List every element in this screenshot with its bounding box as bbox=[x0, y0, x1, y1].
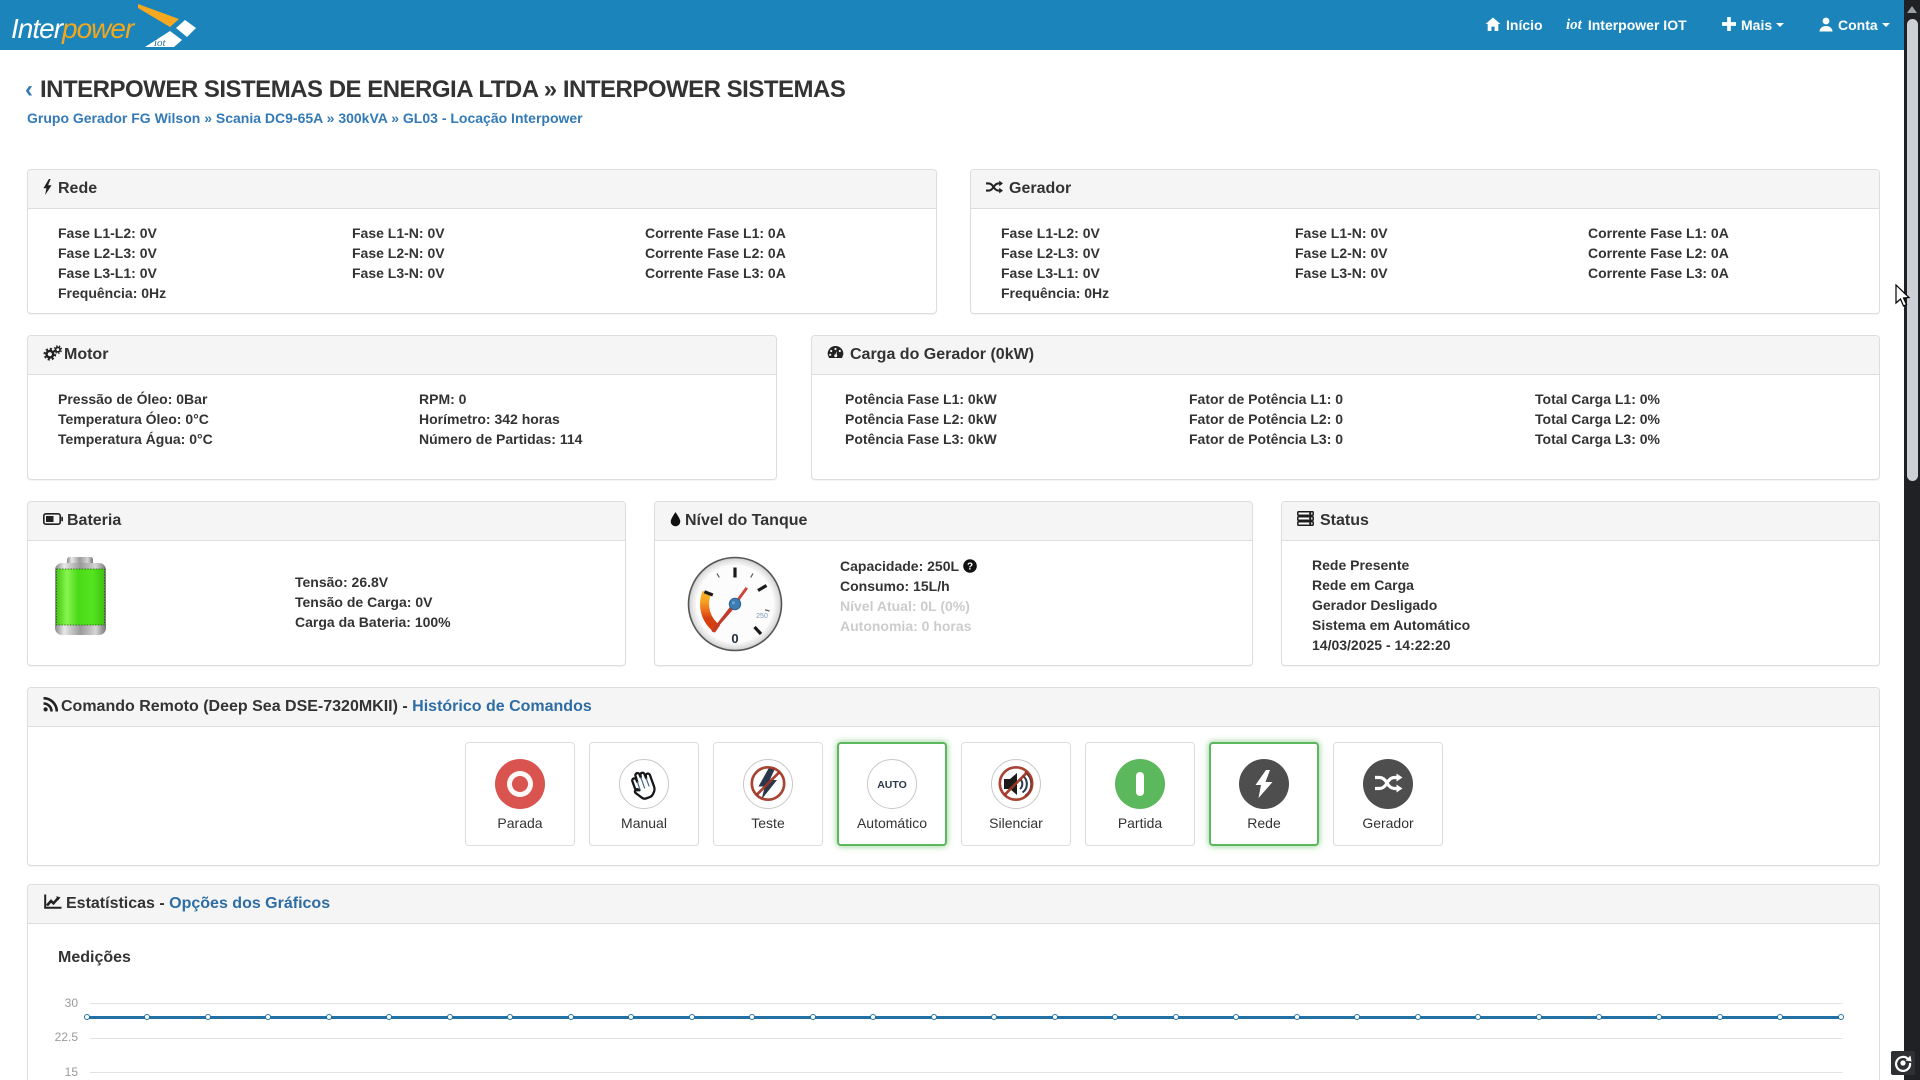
svg-text:0: 0 bbox=[731, 631, 738, 646]
svg-text:AUTO: AUTO bbox=[877, 779, 907, 791]
svg-text:250: 250 bbox=[756, 613, 768, 620]
svg-text:iot: iot bbox=[154, 37, 167, 49]
svg-text:?: ? bbox=[967, 561, 973, 572]
